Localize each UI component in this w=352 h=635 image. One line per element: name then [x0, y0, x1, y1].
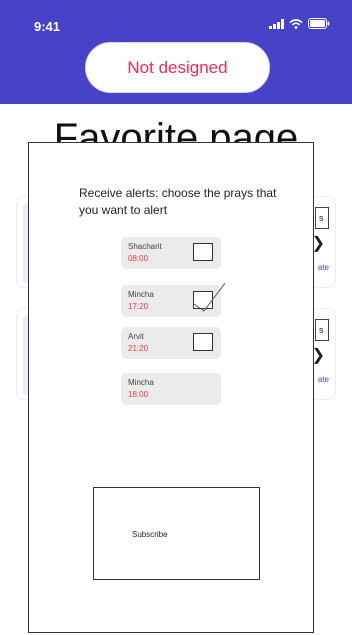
- pray-name: Shacharit: [128, 242, 162, 251]
- pray-item-shacharit[interactable]: Shacharit 08:00: [121, 237, 221, 269]
- status-time: 9:41: [34, 19, 61, 34]
- pray-item-mincha-2[interactable]: Mincha 18:00: [121, 373, 221, 405]
- modal-heading: Receive alerts: choose the prays that yo…: [79, 186, 277, 217]
- pray-item-arvit[interactable]: Arvit 21:20: [121, 327, 221, 359]
- wifi-icon: [289, 18, 303, 29]
- pray-name: Mincha: [128, 290, 154, 299]
- battery-icon: [308, 18, 330, 29]
- pray-item-mincha[interactable]: Mincha 17:20: [121, 282, 226, 317]
- pray-name: Mincha: [128, 378, 154, 387]
- pray-time: 08:00: [128, 254, 149, 263]
- alerts-modal: Receive alerts: choose the prays that yo…: [28, 142, 314, 633]
- pray-checkbox[interactable]: [193, 333, 213, 351]
- subscribe-label: Subscribe: [132, 530, 168, 539]
- pray-time: 21:20: [128, 344, 149, 353]
- card-mini-box: s: [315, 319, 329, 341]
- pray-time: 17:20: [128, 302, 149, 311]
- card-rate-link[interactable]: ate: [318, 263, 329, 272]
- header-bar: 9:41 Not designed: [0, 0, 352, 104]
- pray-checkbox[interactable]: [193, 243, 213, 261]
- pray-time: 18:00: [128, 390, 149, 399]
- card-mini-box: s: [315, 207, 329, 229]
- check-mark-icon: [193, 282, 226, 312]
- status-icons: [269, 18, 330, 29]
- subscribe-button[interactable]: Subscribe: [93, 487, 260, 580]
- not-designed-button[interactable]: Not designed: [85, 42, 270, 93]
- signal-icon: [269, 18, 284, 29]
- card-rate-link[interactable]: ate: [318, 375, 329, 384]
- pray-name: Arvit: [128, 332, 144, 341]
